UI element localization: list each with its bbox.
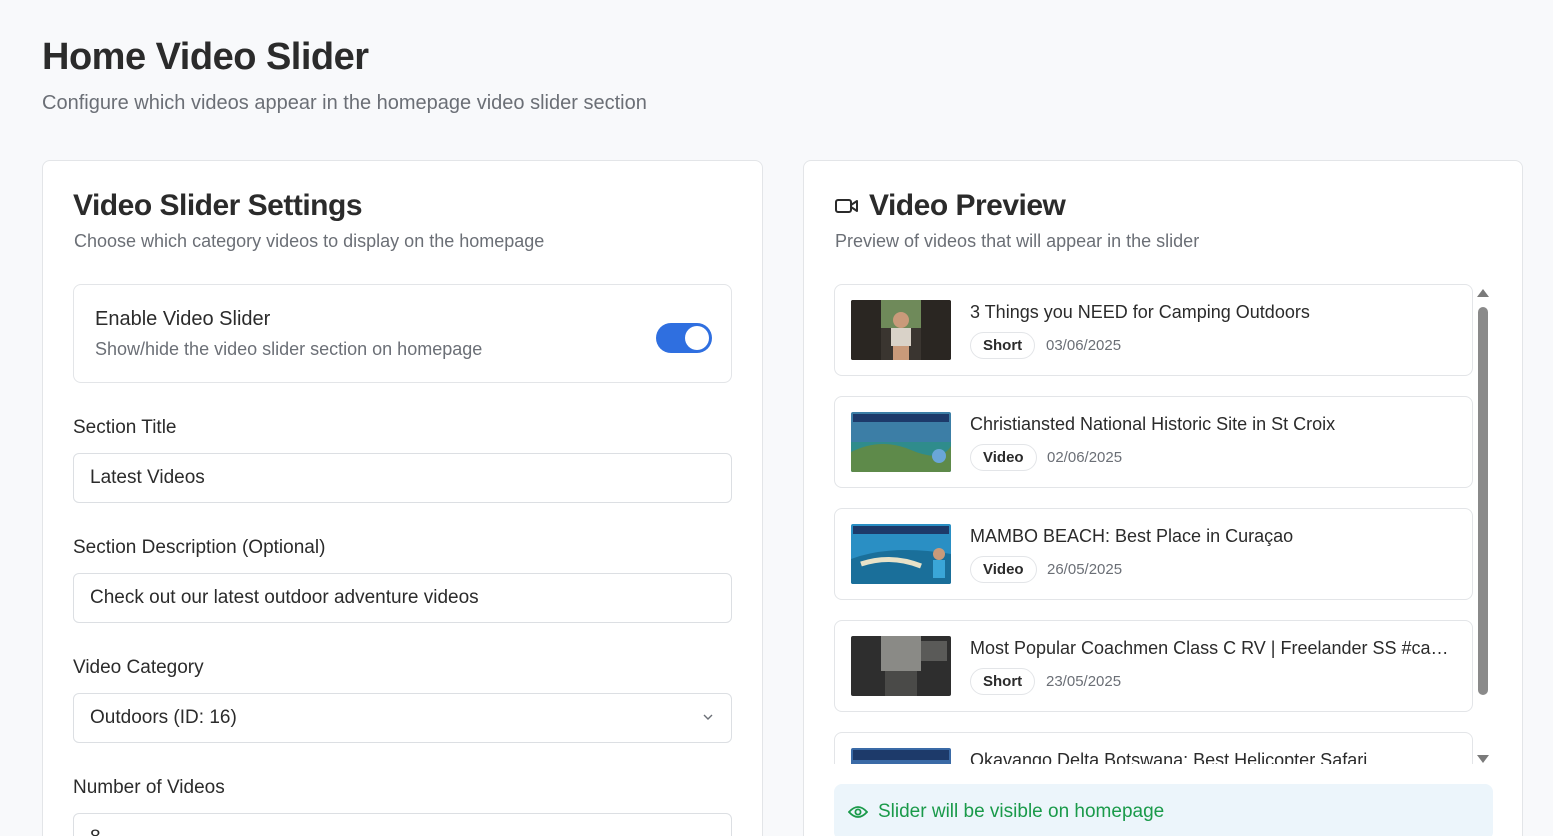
video-category-label: Video Category <box>73 657 204 678</box>
video-category-value: Outdoors (ID: 16) <box>90 707 237 728</box>
section-description-input[interactable]: Check out our latest outdoor adventure v… <box>73 573 732 623</box>
enable-slider-toggle[interactable] <box>656 323 712 353</box>
video-title: Okavango Delta Botswana: Best Helicopter… <box>970 750 1368 764</box>
video-title: Most Popular Coachmen Class C RV | Freel… <box>970 638 1460 658</box>
video-type-badge: Short <box>970 332 1036 359</box>
video-date: 26/05/2025 <box>1047 561 1123 578</box>
section-title-input[interactable]: Latest Videos <box>73 453 732 503</box>
video-category-select[interactable]: Outdoors (ID: 16) <box>73 693 732 743</box>
page-title: Home Video Slider <box>42 36 369 78</box>
video-type-badge: Video <box>970 444 1037 471</box>
video-title: MAMBO BEACH: Best Place in Curaçao <box>970 526 1294 546</box>
video-item[interactable]: 3 Things you NEED for Camping Outdoors S… <box>834 284 1473 376</box>
scroll-up-arrow-icon[interactable] <box>1477 289 1489 297</box>
settings-title: Video Slider Settings <box>73 189 363 222</box>
eye-icon <box>848 806 868 818</box>
number-of-videos-label: Number of Videos <box>73 777 225 798</box>
enable-slider-description: Show/hide the video slider section on ho… <box>95 339 483 359</box>
toggle-knob <box>685 326 709 350</box>
settings-card: Video Slider Settings Choose which categ… <box>42 160 763 836</box>
slider-status-banner: Slider will be visible on homepage <box>834 784 1493 836</box>
video-preview-list[interactable]: 3 Things you NEED for Camping Outdoors S… <box>834 284 1474 764</box>
video-thumbnail <box>851 524 951 584</box>
video-item[interactable]: Okavango Delta Botswana: Best Helicopter… <box>834 732 1473 764</box>
number-of-videos-input[interactable]: 8 <box>73 813 732 836</box>
video-thumbnail <box>851 300 951 360</box>
preview-description: Preview of videos that will appear in th… <box>835 231 1200 251</box>
video-type-badge: Short <box>970 668 1036 695</box>
video-title: 3 Things you NEED for Camping Outdoors <box>970 302 1310 322</box>
video-item[interactable]: Christiansted National Historic Site in … <box>834 396 1473 488</box>
enable-slider-box: Enable Video Slider Show/hide the video … <box>73 284 732 383</box>
scroll-thumb[interactable] <box>1478 307 1488 695</box>
preview-card: Video Preview Preview of videos that wil… <box>803 160 1523 836</box>
chevron-down-icon <box>703 714 713 720</box>
page-subtitle: Configure which videos appear in the hom… <box>42 92 647 114</box>
scroll-down-arrow-icon[interactable] <box>1477 755 1489 763</box>
video-camera-icon <box>835 199 858 213</box>
section-description-label: Section Description (Optional) <box>73 537 326 558</box>
video-thumbnail <box>851 636 951 696</box>
video-item[interactable]: MAMBO BEACH: Best Place in Curaçao Video… <box>834 508 1473 600</box>
enable-slider-title: Enable Video Slider <box>95 308 271 330</box>
slider-status-text: Slider will be visible on homepage <box>878 801 1165 822</box>
settings-description: Choose which category videos to display … <box>74 231 545 251</box>
video-type-badge: Video <box>970 556 1037 583</box>
video-date: 02/06/2025 <box>1047 449 1123 466</box>
video-title: Christiansted National Historic Site in … <box>970 414 1336 434</box>
preview-scrollbar[interactable] <box>1476 287 1490 765</box>
section-title-label: Section Title <box>73 417 177 438</box>
preview-title: Video Preview <box>869 189 1066 222</box>
video-thumbnail <box>851 748 951 764</box>
video-item[interactable]: Most Popular Coachmen Class C RV | Freel… <box>834 620 1473 712</box>
video-date: 03/06/2025 <box>1046 337 1122 354</box>
preview-title-row: Video Preview <box>834 189 1066 223</box>
video-thumbnail <box>851 412 951 472</box>
video-date: 23/05/2025 <box>1046 673 1122 690</box>
